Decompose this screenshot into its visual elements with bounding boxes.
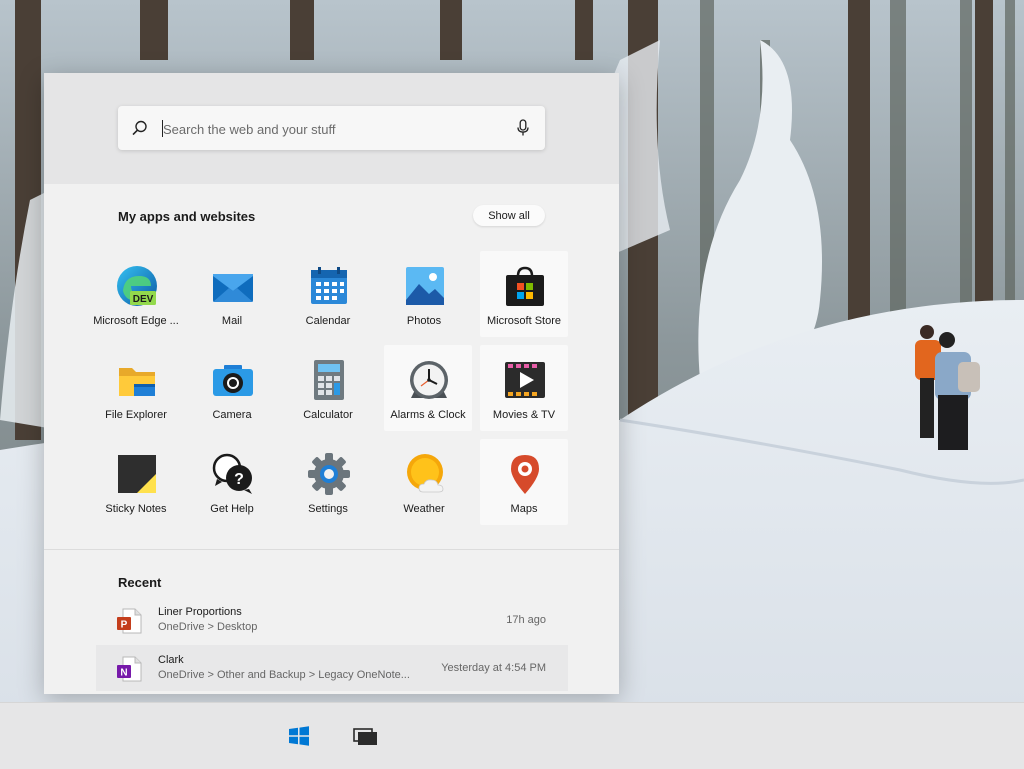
app-tile-label: File Explorer [105, 409, 167, 421]
mail-icon [213, 274, 253, 302]
app-tile-photos[interactable]: Photos [380, 251, 468, 337]
app-tile-edge[interactable]: DEV Microsoft Edge ... [92, 251, 180, 337]
folder-icon [119, 368, 155, 396]
app-tile-settings[interactable]: Settings [284, 439, 372, 525]
help-icon: ? [212, 453, 252, 494]
app-tile-label: Settings [308, 503, 348, 515]
search-input[interactable] [161, 118, 495, 140]
sticky-notes-icon [118, 455, 156, 493]
movies-icon [505, 362, 545, 398]
app-tile-camera[interactable]: Camera [188, 345, 276, 431]
app-tile-calendar[interactable]: Calendar [284, 251, 372, 337]
svg-text:?: ? [234, 471, 244, 488]
recent-item-path: OneDrive > Other and Backup > Legacy One… [158, 669, 410, 681]
app-tile-label: Calendar [305, 315, 351, 327]
app-tile-label: Get Help [210, 503, 254, 515]
onenote-icon: N [117, 656, 142, 682]
recent-item[interactable]: P Liner Proportions OneDrive > Desktop 1… [96, 597, 568, 643]
taskbar [0, 702, 1024, 769]
app-tile-label: Alarms & Clock [390, 409, 466, 421]
app-tile-calculator[interactable]: Calculator [284, 345, 372, 431]
recent-section-title: Recent [118, 575, 162, 590]
task-view-icon[interactable] [351, 721, 381, 751]
app-tile-sticky-notes[interactable]: Sticky Notes [92, 439, 180, 525]
app-tile-file-explorer[interactable]: File Explorer [92, 345, 180, 431]
section-divider [44, 549, 619, 550]
gear-icon [308, 453, 350, 495]
show-all-button[interactable]: Show all [473, 205, 545, 226]
start-menu: My apps and websites Show all DEV Micros… [44, 73, 619, 694]
svg-text:DEV: DEV [133, 294, 154, 305]
app-tile-label: Microsoft Store [487, 315, 561, 327]
windows-logo-icon[interactable] [284, 721, 314, 751]
powerpoint-icon: P [117, 608, 142, 634]
app-tile-label: Microsoft Edge ... [93, 315, 179, 327]
app-tile-weather[interactable]: Weather [380, 439, 468, 525]
app-tile-label: Weather [403, 503, 445, 515]
app-tile-alarms[interactable]: Alarms & Clock [384, 345, 472, 431]
recent-item-time: 17h ago [506, 614, 546, 626]
store-icon [506, 266, 544, 306]
app-tile-mail[interactable]: Mail [188, 251, 276, 337]
clock-icon [410, 361, 448, 399]
recent-item-name: Clark [158, 654, 184, 666]
app-tile-movies[interactable]: Movies & TV [480, 345, 568, 431]
app-tile-label: Mail [221, 315, 243, 327]
recent-item-time: Yesterday at 4:54 PM [441, 662, 546, 674]
edge-dev-icon: DEV [117, 266, 157, 306]
svg-text:N: N [120, 668, 127, 679]
photos-icon [406, 267, 444, 305]
recent-item[interactable]: N Clark OneDrive > Other and Backup > Le… [96, 645, 568, 691]
recent-item-path: OneDrive > Desktop [158, 621, 258, 633]
app-tile-label: Calculator [303, 409, 353, 421]
recent-item-name: Liner Proportions [158, 606, 242, 618]
app-tile-label: Photos [406, 315, 442, 327]
app-tile-get-help[interactable]: ? Get Help [188, 439, 276, 525]
calculator-icon [314, 360, 344, 400]
app-tile-label: Camera [212, 409, 252, 421]
app-tile-maps[interactable]: Maps [480, 439, 568, 525]
svg-text:P: P [121, 620, 128, 631]
app-tile-label: Sticky Notes [105, 503, 167, 515]
microphone-icon[interactable] [516, 119, 530, 137]
search-icon [132, 120, 147, 136]
map-pin-icon [511, 455, 539, 494]
calendar-icon [311, 267, 347, 304]
camera-icon [213, 365, 253, 396]
weather-icon [407, 454, 444, 493]
app-tile-label: Movies & TV [492, 409, 556, 421]
search-box[interactable] [118, 106, 545, 150]
app-tile-store[interactable]: Microsoft Store [480, 251, 568, 337]
apps-section-title: My apps and websites [118, 209, 256, 224]
app-tile-label: Maps [510, 503, 538, 515]
